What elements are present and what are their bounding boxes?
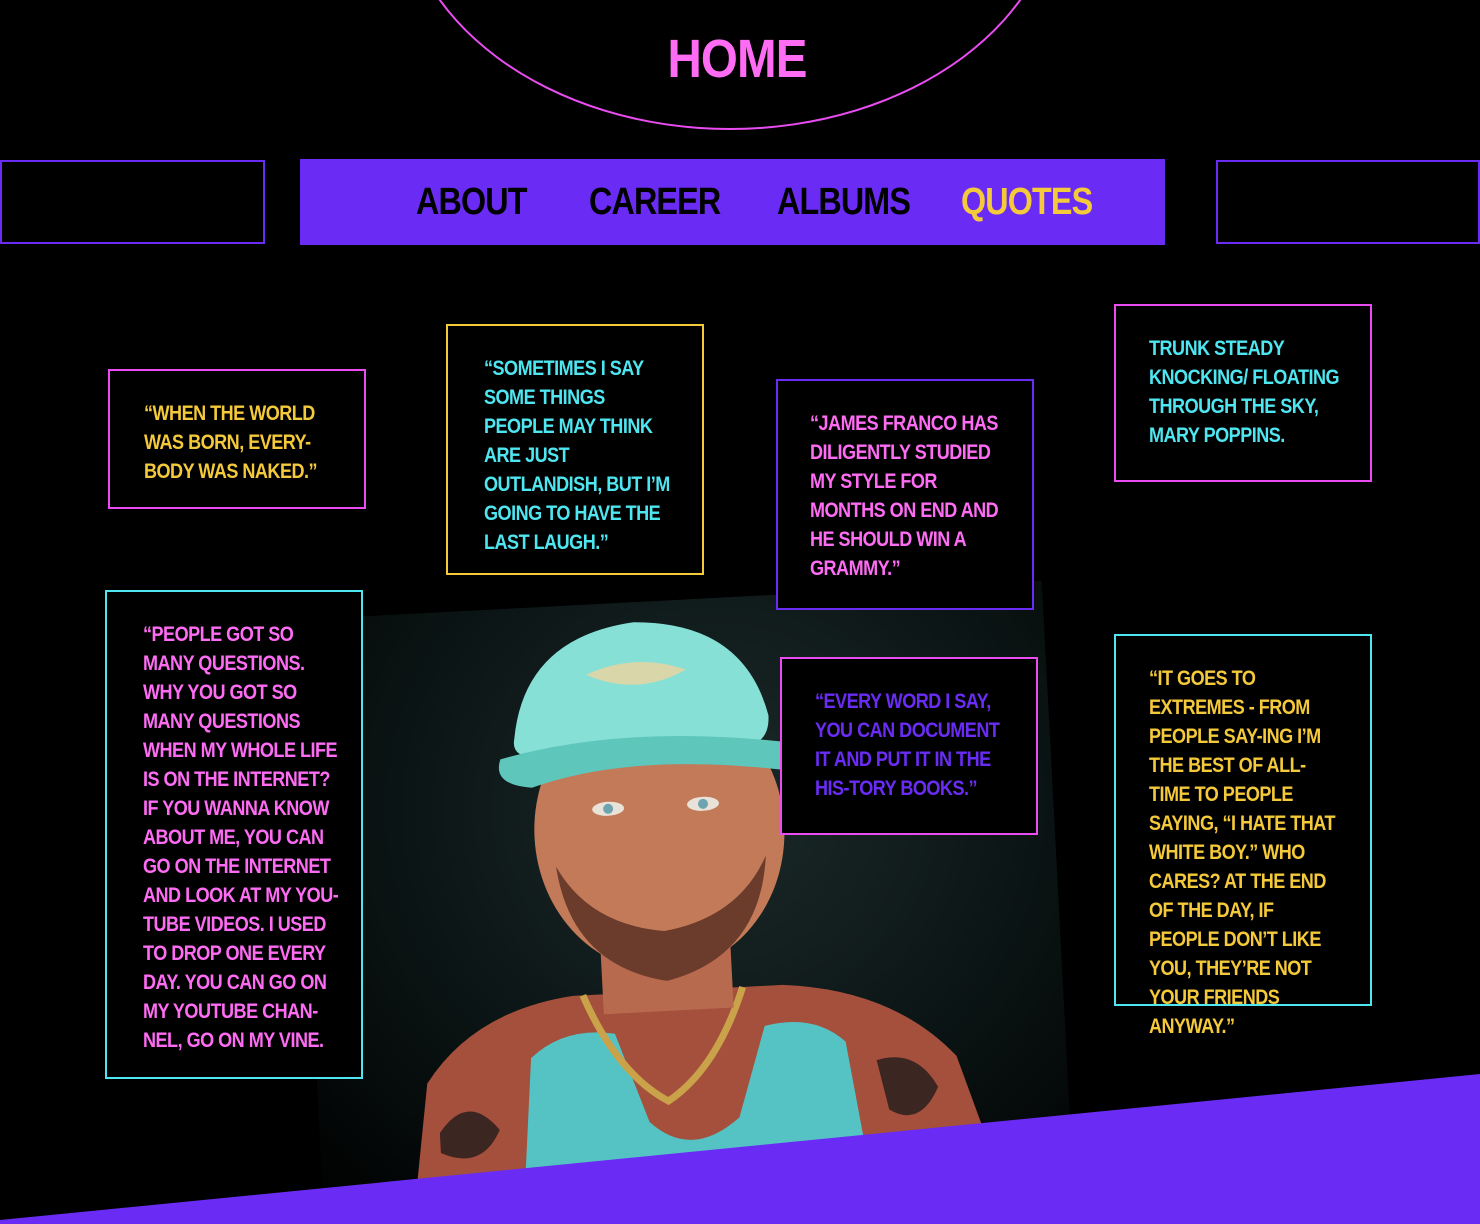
quote-card: “James Franco has diligently studied my … bbox=[776, 379, 1034, 610]
quote-card: “People got so many questions. Why you g… bbox=[105, 590, 363, 1079]
quote-text: “When the world was born, every-body was… bbox=[144, 402, 318, 483]
main-nav: ABOUT CAREER ALBUMS QUOTES bbox=[300, 159, 1165, 245]
quote-card: “Every word I say, you can document it a… bbox=[780, 657, 1038, 835]
quote-text: “It goes to extremes - from people say-i… bbox=[1149, 667, 1336, 1038]
nav-side-box-right bbox=[1216, 160, 1480, 244]
nav-item-albums[interactable]: ALBUMS bbox=[777, 181, 911, 224]
quote-text: “Sometimes I say some things people may … bbox=[484, 357, 670, 554]
nav-item-about[interactable]: ABOUT bbox=[416, 181, 527, 224]
nav-side-box-left bbox=[0, 160, 265, 244]
quote-card: “Sometimes I say some things people may … bbox=[446, 324, 704, 575]
quote-text: “People got so many questions. Why you g… bbox=[143, 623, 339, 1052]
quote-text: “Every word I say, you can document it a… bbox=[815, 690, 1000, 800]
quote-card: “When the world was born, every-body was… bbox=[108, 369, 366, 509]
nav-item-quotes[interactable]: QUOTES bbox=[961, 181, 1093, 224]
quote-card: “It goes to extremes - from people say-i… bbox=[1114, 634, 1372, 1038]
quote-text: Trunk steady knocking/ floating through … bbox=[1149, 337, 1340, 447]
quote-card: Trunk steady knocking/ floating through … bbox=[1114, 304, 1372, 482]
home-link[interactable]: HOME bbox=[643, 28, 831, 90]
quote-text: “James Franco has diligently studied my … bbox=[810, 412, 999, 580]
nav-item-career[interactable]: CAREER bbox=[589, 181, 721, 224]
